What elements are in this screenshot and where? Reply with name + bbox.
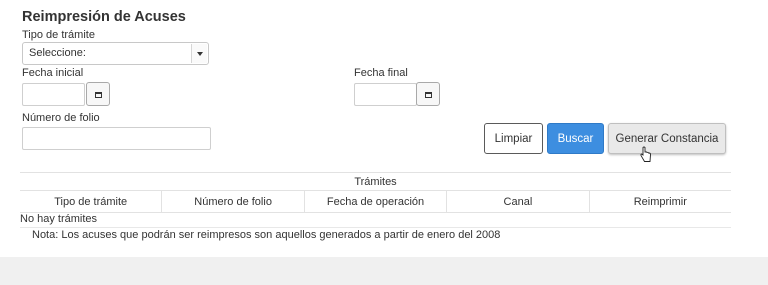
- numero-folio-input[interactable]: [22, 127, 211, 150]
- column-fecha-operacion: Fecha de operación: [305, 191, 448, 212]
- table-divider: [20, 227, 731, 228]
- generar-constancia-button[interactable]: Generar Constancia: [608, 123, 726, 154]
- fecha-final-input[interactable]: [354, 83, 417, 106]
- chevron-down-icon: [191, 44, 207, 63]
- fecha-final-label: Fecha final: [354, 67, 408, 79]
- column-tipo-tramite: Tipo de trámite: [20, 191, 163, 212]
- numero-folio-label: Número de folio: [22, 112, 100, 124]
- calendar-icon: [95, 92, 102, 98]
- column-reimprimir: Reimprimir: [633, 196, 687, 208]
- footer-band: [0, 257, 768, 285]
- empty-table-message: No hay trámites: [20, 213, 98, 225]
- fecha-final-calendar-button[interactable]: [416, 82, 440, 106]
- tipo-tramite-value: Seleccione:: [29, 47, 86, 59]
- fecha-inicial-label: Fecha inicial: [22, 67, 84, 79]
- column-numero-folio: Número de folio: [162, 191, 305, 212]
- fecha-inicial-input[interactable]: [22, 83, 85, 106]
- fecha-inicial-calendar-button[interactable]: [86, 82, 110, 106]
- note-text: Nota: Los acuses que podrán ser reimpres…: [32, 229, 501, 241]
- tipo-tramite-label: Tipo de trámite: [22, 29, 95, 41]
- tramites-table-title: Trámites: [20, 172, 731, 191]
- limpiar-button[interactable]: Limpiar: [484, 123, 543, 154]
- hand-pointer-icon: [640, 146, 651, 162]
- calendar-icon: [425, 92, 432, 98]
- page-title: Reimpresión de Acuses: [22, 9, 186, 25]
- tipo-tramite-select[interactable]: Seleccione:: [22, 42, 209, 65]
- tramites-table-header: Tipo de trámite Número de folio Fecha de…: [20, 191, 731, 213]
- column-canal: Canal: [447, 191, 590, 212]
- buscar-button[interactable]: Buscar: [547, 123, 604, 154]
